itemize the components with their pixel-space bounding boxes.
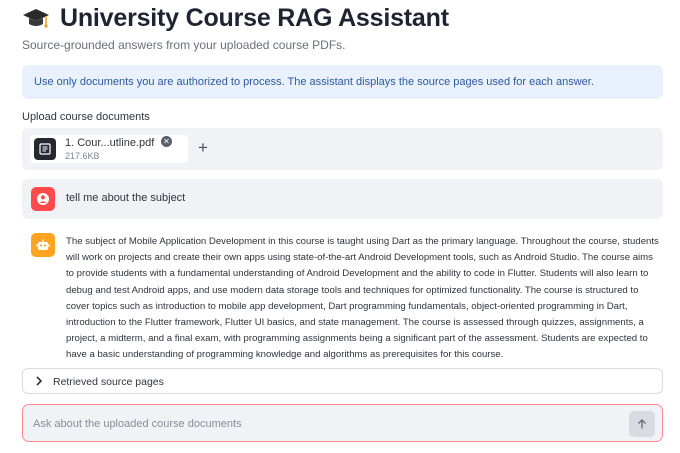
file-uploader[interactable]: 1. Cour...utline.pdf 217.6KB ✕ +: [22, 128, 663, 170]
user-icon: [31, 187, 55, 211]
chevron-right-icon: [36, 376, 43, 386]
document-icon: [34, 138, 56, 160]
graduation-cap-icon: [23, 8, 49, 28]
page-subtitle: Source-grounded answers from your upload…: [22, 38, 346, 52]
chat-input[interactable]: [33, 413, 613, 435]
robot-icon: [31, 233, 55, 257]
arrow-up-icon: [638, 419, 646, 429]
file-name: 1. Cour...utline.pdf: [65, 137, 155, 149]
user-message-text: tell me about the subject: [66, 192, 186, 204]
file-size: 217.6KB: [65, 151, 100, 161]
chat-input-container: [22, 404, 663, 442]
page-title: University Course RAG Assistant: [60, 4, 449, 32]
chat-message-user: tell me about the subject: [22, 179, 663, 219]
remove-file-icon[interactable]: ✕: [161, 136, 172, 147]
sources-expander-label: Retrieved source pages: [53, 376, 164, 388]
upload-label: Upload course documents: [22, 111, 150, 123]
assistant-message-text: The subject of Mobile Application Develo…: [66, 236, 659, 361]
chat-message-assistant: The subject of Mobile Application Develo…: [22, 226, 663, 360]
plus-icon[interactable]: +: [198, 139, 208, 157]
info-banner: Use only documents you are authorized to…: [22, 65, 663, 99]
uploaded-file-chip: 1. Cour...utline.pdf 217.6KB ✕: [30, 135, 188, 163]
page-header: University Course RAG Assistant: [22, 4, 449, 33]
sources-expander[interactable]: Retrieved source pages: [22, 368, 663, 394]
send-button[interactable]: [629, 411, 655, 437]
